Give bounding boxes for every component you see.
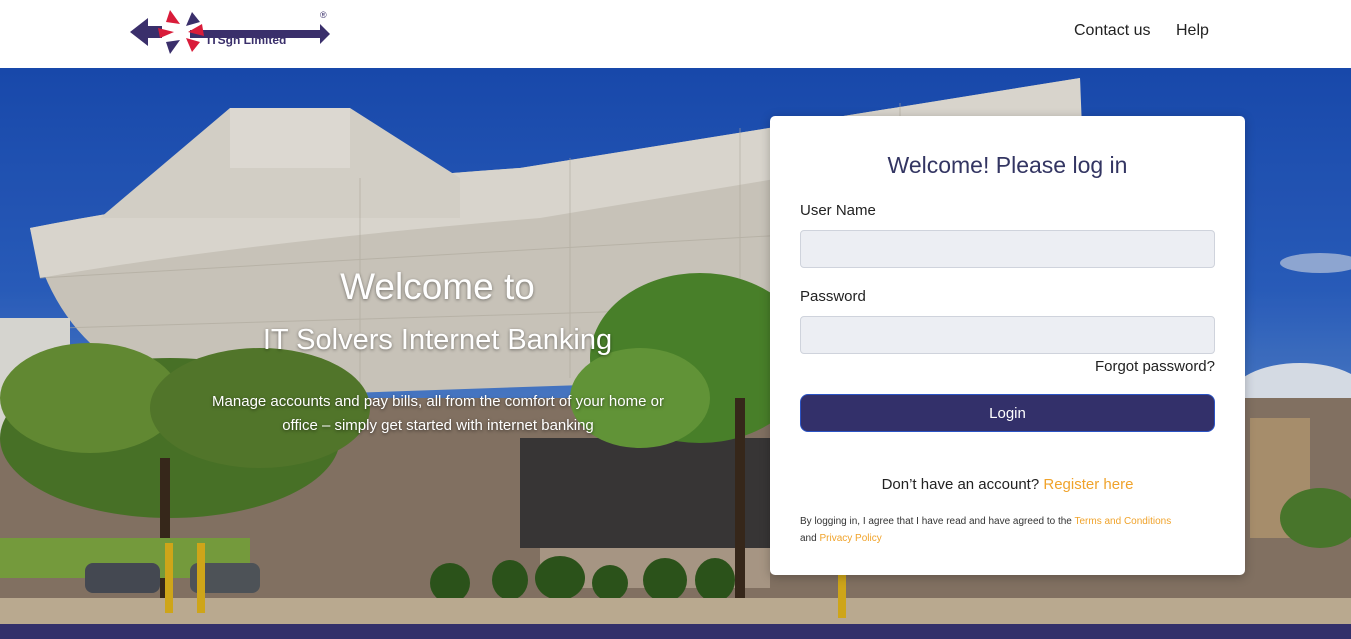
- terms-link[interactable]: Terms and Conditions: [1074, 516, 1171, 527]
- forgot-password-link[interactable]: Forgot password?: [1095, 358, 1215, 375]
- top-navigation-bar: ITSgh Limited ® Contact us Help: [0, 0, 1351, 68]
- agreement-prefix: By logging in, I agree that I have read …: [800, 516, 1072, 527]
- logo-wordmark: ITSgh Limited: [207, 33, 287, 47]
- hero-bank-name: IT Solvers Internet Banking: [262, 324, 613, 356]
- privacy-policy-link[interactable]: Privacy Policy: [819, 533, 881, 544]
- username-label: User Name: [800, 202, 876, 219]
- registered-mark: ®: [320, 10, 327, 20]
- hero-welcome-heading: Welcome to: [340, 266, 535, 307]
- username-input[interactable]: [800, 230, 1215, 268]
- nav-help[interactable]: Help: [1176, 22, 1209, 40]
- no-account-text: Don’t have an account?: [881, 476, 1040, 493]
- login-agreement-text: By logging in, I agree that I have read …: [800, 513, 1220, 547]
- register-link[interactable]: Register here: [1043, 476, 1133, 493]
- footer-band: [0, 624, 1351, 639]
- itsgh-logo-arrows-icon: [130, 10, 330, 54]
- password-input[interactable]: [800, 316, 1215, 354]
- password-label: Password: [800, 288, 866, 305]
- hero-subtitle: Manage accounts and pay bills, all from …: [212, 393, 664, 434]
- login-title: Welcome! Please log in: [887, 152, 1128, 178]
- login-button[interactable]: Login: [800, 394, 1215, 432]
- nav-contact-us[interactable]: Contact us: [1074, 22, 1150, 40]
- itsgh-logo[interactable]: ITSgh Limited ®: [130, 8, 335, 56]
- agreement-and: and: [800, 533, 817, 544]
- register-prompt: Don’t have an account? Register here: [770, 476, 1245, 493]
- login-card: Welcome! Please log in User Name Passwor…: [770, 116, 1245, 575]
